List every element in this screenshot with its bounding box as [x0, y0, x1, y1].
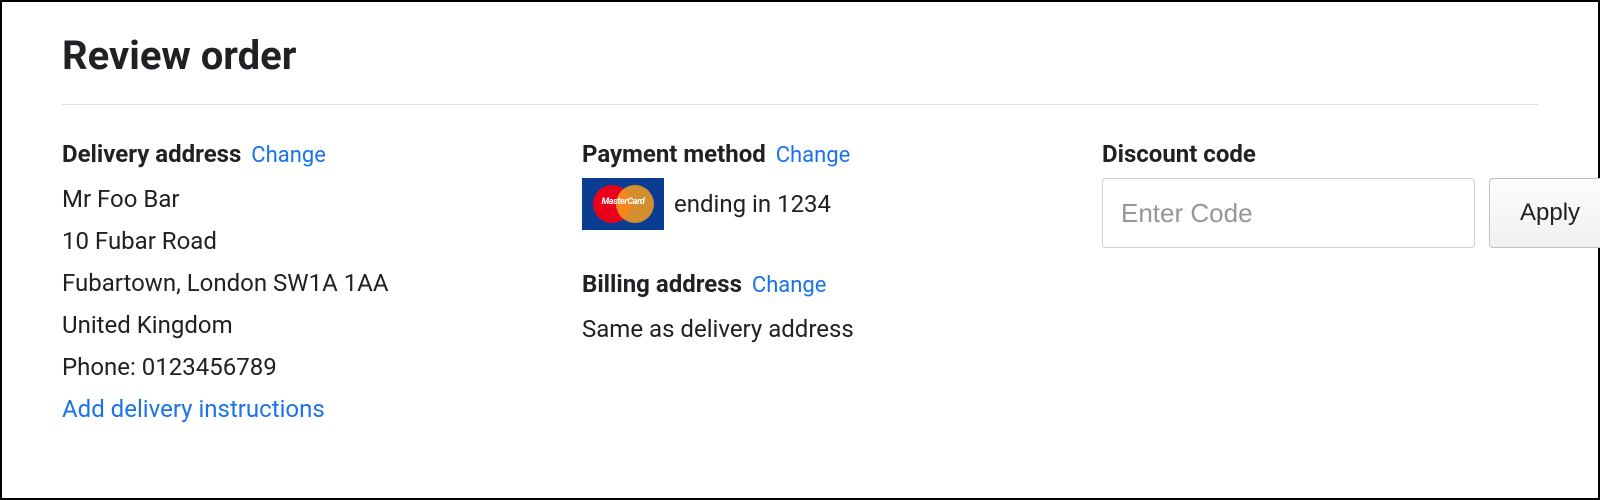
delivery-city: Fubartown, London SW1A 1AA: [62, 262, 582, 304]
billing-text: Same as delivery address: [582, 308, 1102, 350]
delivery-heading-row: Delivery address Change: [62, 140, 582, 168]
delivery-address-body: Mr Foo Bar 10 Fubar Road Fubartown, Lond…: [62, 178, 582, 388]
delivery-phone: Phone: 0123456789: [62, 346, 582, 388]
delivery-name: Mr Foo Bar: [62, 178, 582, 220]
discount-section: Discount code Apply: [1102, 140, 1600, 430]
discount-heading: Discount code: [1102, 140, 1600, 168]
add-delivery-instructions-link[interactable]: Add delivery instructions: [62, 388, 582, 430]
billing-heading-row: Billing address Change: [582, 270, 1102, 298]
payment-billing-section: Payment method Change MasterCard ending …: [582, 140, 1102, 430]
delivery-country: United Kingdom: [62, 304, 582, 346]
delivery-address-section: Delivery address Change Mr Foo Bar 10 Fu…: [62, 140, 582, 430]
billing-heading: Billing address: [582, 270, 742, 298]
page-title: Review order: [62, 32, 1538, 79]
delivery-change-link[interactable]: Change: [251, 143, 326, 168]
payment-change-link[interactable]: Change: [776, 143, 851, 168]
apply-button[interactable]: Apply: [1489, 178, 1600, 248]
mastercard-icon: MasterCard: [582, 178, 664, 230]
divider: [62, 104, 1538, 105]
payment-card-row: MasterCard ending in 1234: [582, 178, 1102, 230]
discount-code-input[interactable]: [1102, 178, 1475, 248]
payment-ending-text: ending in 1234: [674, 186, 831, 222]
discount-row: Apply: [1102, 178, 1600, 248]
delivery-street: 10 Fubar Road: [62, 220, 582, 262]
billing-change-link[interactable]: Change: [752, 273, 827, 298]
delivery-heading: Delivery address: [62, 140, 241, 168]
payment-heading: Payment method: [582, 140, 766, 168]
review-columns: Delivery address Change Mr Foo Bar 10 Fu…: [62, 140, 1538, 430]
payment-heading-row: Payment method Change: [582, 140, 1102, 168]
